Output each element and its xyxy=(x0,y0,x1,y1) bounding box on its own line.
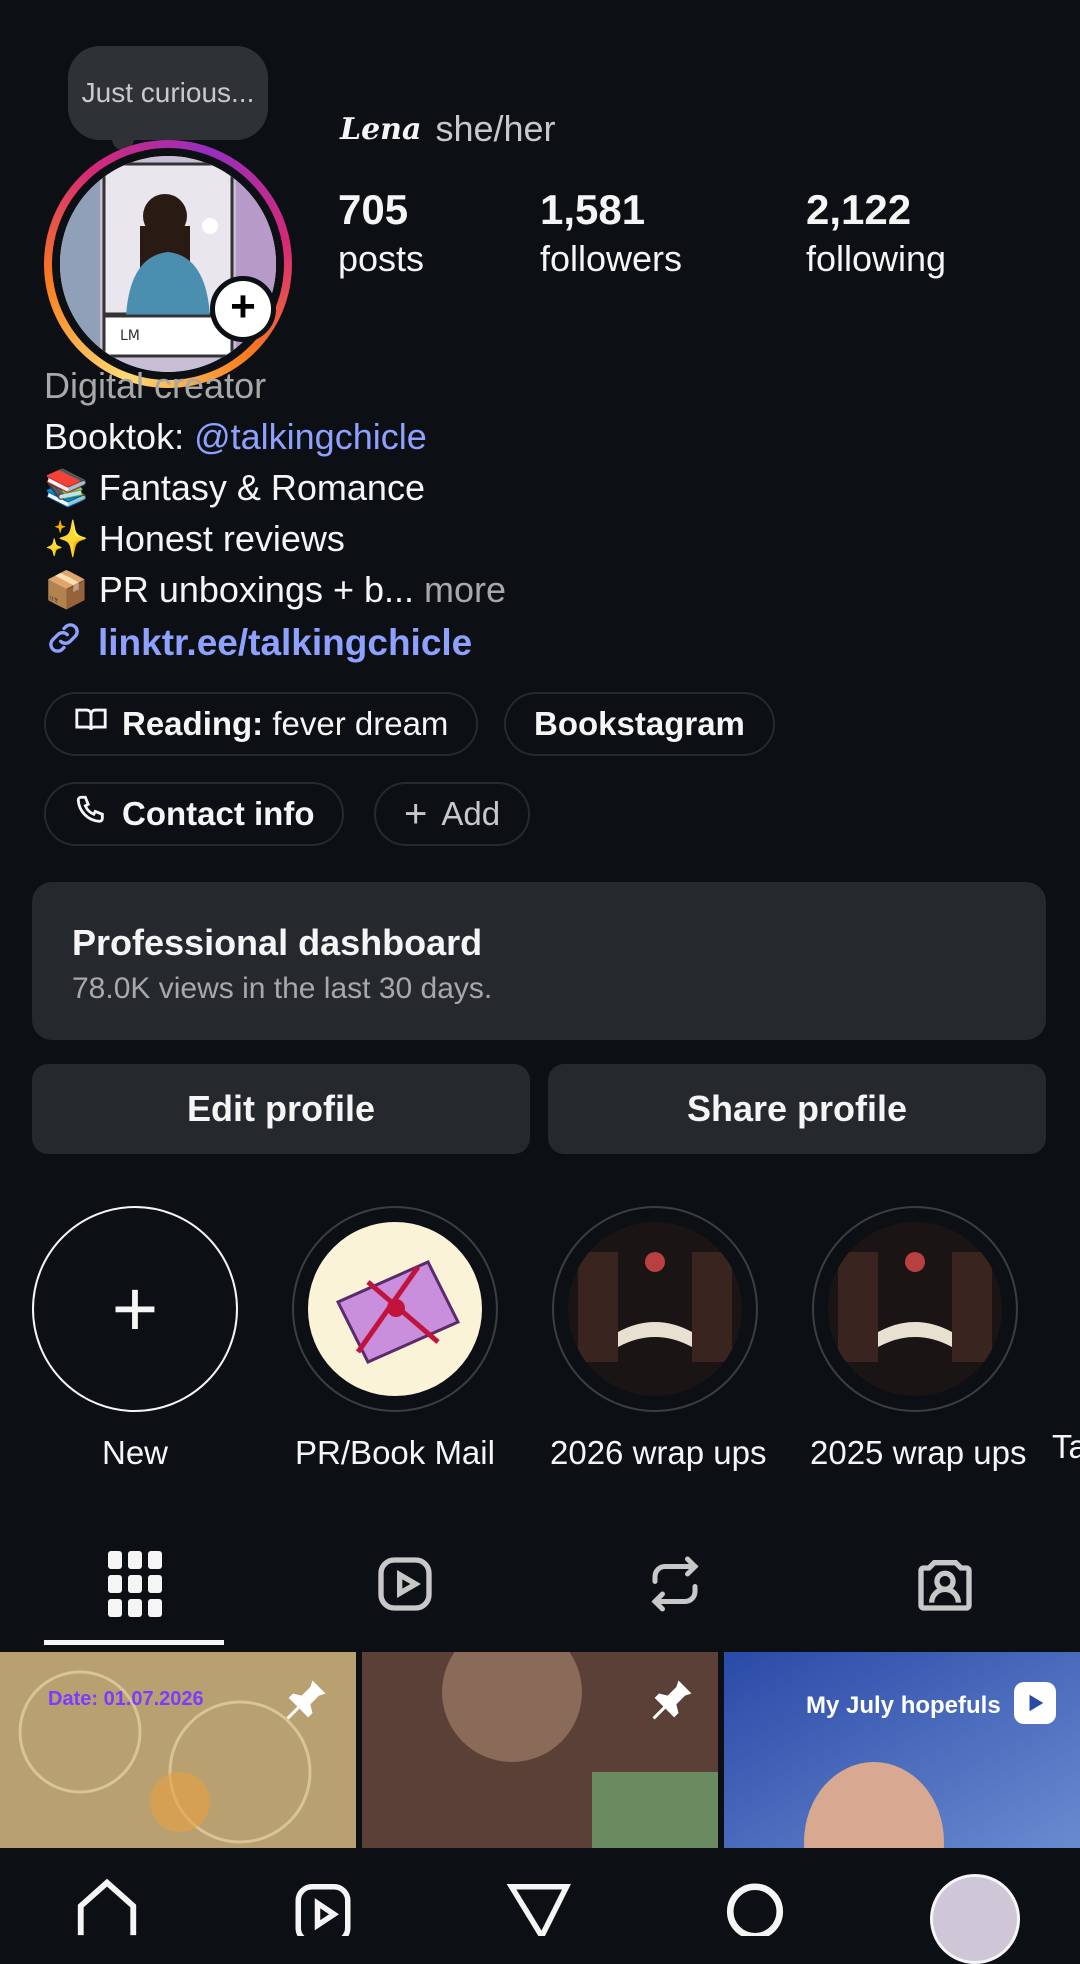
stat-following-label: following xyxy=(806,238,947,279)
add-label: Add xyxy=(441,795,501,832)
stat-following-value: 2,122 xyxy=(806,186,912,233)
profile-note-bubble[interactable]: Just curious... xyxy=(68,46,268,150)
reposts-icon xyxy=(645,1552,705,1621)
bio-prefix: Booktok: xyxy=(44,416,195,457)
add-chip[interactable]: + Add xyxy=(374,782,531,846)
tab-reels[interactable] xyxy=(270,1530,540,1642)
bio-line-4-text: 📦 PR unboxings + b... xyxy=(44,569,415,610)
highlight-circle xyxy=(552,1206,758,1412)
tagged-icon xyxy=(913,1552,977,1621)
stat-followers[interactable]: 1,581 followers xyxy=(540,186,682,280)
profile-category: Digital creator xyxy=(44,365,267,406)
grid-icon xyxy=(108,1550,162,1622)
library-image xyxy=(568,1222,742,1396)
plus-icon: + xyxy=(404,792,428,836)
link-icon xyxy=(44,618,84,667)
profile-bio: Digital creator Booktok: @talkingchicle … xyxy=(44,360,506,615)
bio-mention-link[interactable]: @talkingchicle xyxy=(194,416,427,457)
new-highlight-circle: + xyxy=(32,1206,238,1412)
svg-text:LM: LM xyxy=(120,328,140,344)
highlight-2026-wrap-ups[interactable]: 2026 wrap ups xyxy=(550,1206,767,1472)
bookstagram-label: Bookstagram xyxy=(534,705,745,742)
add-story-button[interactable]: + xyxy=(210,276,276,342)
pronouns: she/her xyxy=(435,108,556,149)
profile-link[interactable]: linktr.ee/talkingchicle xyxy=(44,618,472,667)
bottom-navigation xyxy=(0,1862,1080,1964)
link-text: linktr.ee/talkingchicle xyxy=(98,621,473,663)
profile-name-row: Lena she/her xyxy=(340,108,556,150)
post-tile[interactable]: Date: 01.07.2026 xyxy=(0,1652,356,1848)
phone-icon xyxy=(74,793,108,835)
pin-icon xyxy=(646,1674,698,1731)
contact-info-chip[interactable]: Contact info xyxy=(44,782,345,846)
home-icon[interactable] xyxy=(72,1876,142,1941)
tab-reposts[interactable] xyxy=(540,1530,810,1642)
reading-label: Reading: xyxy=(122,705,264,742)
reading-chip[interactable]: Reading: fever dream xyxy=(44,692,479,756)
highlight-2025-wrap-ups[interactable]: 2025 wrap ups xyxy=(810,1206,1027,1472)
reel-icon xyxy=(1014,1682,1056,1724)
highlight-circle xyxy=(292,1206,498,1412)
bio-line-unboxings: 📦 PR unboxings + b... more xyxy=(44,564,506,615)
highlight-label: New xyxy=(101,1434,169,1471)
reels-nav-icon[interactable] xyxy=(290,1876,356,1945)
stat-posts-value: 705 xyxy=(338,186,409,233)
pin-icon xyxy=(280,1674,332,1731)
bio-line-reviews: ✨ Honest reviews xyxy=(44,518,345,559)
book-mail-image xyxy=(308,1222,482,1396)
search-icon[interactable] xyxy=(722,1876,788,1941)
highlight-label: Ta xyxy=(1052,1428,1080,1465)
highlight-pr-book-mail[interactable]: PR/Book Mail xyxy=(290,1206,500,1472)
bio-line-fantasy: 📚 Fantasy & Romance xyxy=(44,467,425,508)
stat-posts[interactable]: 705 posts xyxy=(338,186,424,280)
dashboard-title: Professional dashboard xyxy=(72,922,483,963)
highlight-partial[interactable]: Ta xyxy=(1052,1428,1080,1466)
stat-following[interactable]: 2,122 following xyxy=(806,186,946,280)
post-overlay-text: Date: 01.07.2026 xyxy=(48,1688,204,1710)
profile-tab-bar xyxy=(0,1530,1080,1650)
plus-icon: + xyxy=(111,1264,159,1353)
bookstagram-chip[interactable]: Bookstagram xyxy=(504,692,775,756)
highlight-label: PR/Book Mail xyxy=(295,1434,495,1471)
post-tile[interactable] xyxy=(362,1652,718,1848)
highlight-label: 2026 wrap ups xyxy=(550,1434,767,1471)
post-overlay-text: My July hopefuls xyxy=(806,1692,1001,1719)
active-tab-indicator xyxy=(44,1640,224,1645)
tab-tagged[interactable] xyxy=(810,1530,1080,1642)
profile-nav-avatar[interactable] xyxy=(930,1874,1020,1964)
dashboard-subtitle: 78.0K views in the last 30 days. xyxy=(72,972,493,1005)
professional-dashboard[interactable]: Professional dashboard 78.0K views in th… xyxy=(32,882,1046,1040)
book-icon xyxy=(74,703,108,745)
highlight-label: 2025 wrap ups xyxy=(810,1434,1027,1471)
highlight-new[interactable]: + New xyxy=(30,1206,240,1472)
library-image xyxy=(828,1222,1002,1396)
stat-followers-value: 1,581 xyxy=(540,186,646,233)
reels-icon xyxy=(373,1552,437,1621)
share-profile-button[interactable]: Share profile xyxy=(548,1064,1046,1154)
bio-line-booktok: Booktok: @talkingchicle xyxy=(44,411,506,462)
note-text: Just curious... xyxy=(81,77,255,108)
tab-posts-grid[interactable] xyxy=(0,1530,270,1642)
edit-profile-button[interactable]: Edit profile xyxy=(32,1064,530,1154)
display-name: Lena xyxy=(340,111,422,147)
stat-followers-label: followers xyxy=(540,238,683,279)
contact-info-label: Contact info xyxy=(122,795,315,832)
post-tile[interactable]: My July hopefuls xyxy=(724,1652,1080,1848)
profile-avatar[interactable]: LM + xyxy=(44,140,292,388)
reading-value: fever dream xyxy=(272,705,449,742)
stat-posts-label: posts xyxy=(338,238,425,279)
bio-more-button[interactable]: more xyxy=(424,569,506,610)
plus-icon: + xyxy=(215,281,271,337)
highlight-circle xyxy=(812,1206,1018,1412)
messages-icon[interactable] xyxy=(506,1876,572,1942)
